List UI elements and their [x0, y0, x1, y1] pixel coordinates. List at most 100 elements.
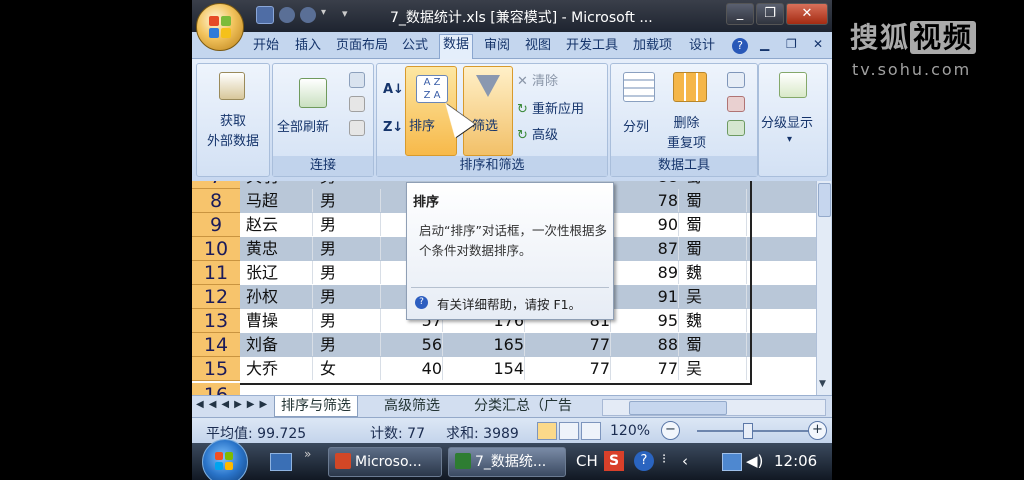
cell-name[interactable]: 刘备 — [246, 333, 313, 356]
tab-home[interactable]: 开始 — [250, 36, 282, 56]
cell-name[interactable]: 黄忠 — [246, 237, 313, 260]
row-header[interactable]: 8 — [192, 189, 240, 213]
cell-kingdom[interactable]: 蜀 — [686, 333, 747, 356]
cell-score[interactable]: 88 — [612, 181, 678, 188]
undo-icon[interactable] — [279, 7, 295, 23]
cell-gender[interactable]: 男 — [320, 309, 381, 332]
cell-score[interactable]: 88 — [612, 333, 679, 356]
volume-icon[interactable]: ◀) — [746, 452, 763, 470]
zoom-level[interactable]: 120% — [610, 423, 650, 439]
cell-name[interactable]: 孙权 — [246, 285, 313, 308]
cell-kingdom[interactable]: 魏 — [686, 309, 747, 332]
normal-view-icon[interactable] — [537, 422, 557, 440]
cell-gender[interactable]: 男 — [320, 261, 381, 284]
cell-score[interactable]: 87 — [612, 237, 679, 260]
sheet-tab-advanced-filter[interactable]: 高级筛选 — [378, 396, 446, 416]
cell-gender[interactable]: 男 — [320, 237, 381, 260]
cell-kingdom[interactable]: 蜀 — [686, 189, 747, 212]
cell-weight[interactable]: 40 — [380, 357, 443, 380]
cell-name[interactable]: 大乔 — [246, 357, 313, 380]
cell-name[interactable]: 曹操 — [246, 309, 313, 332]
text-to-columns-button[interactable]: 分列 — [623, 116, 649, 135]
network-icon[interactable] — [722, 453, 742, 471]
table-row[interactable]: 14 刘备男 56 165 77 88 蜀 — [192, 333, 818, 357]
row-header[interactable]: 13 — [192, 309, 240, 333]
filter-button[interactable]: 筛选 — [463, 66, 513, 156]
cell-kingdom[interactable]: 蜀 — [686, 181, 702, 188]
qat-customize-icon[interactable]: ▾ — [342, 7, 352, 23]
cell-height[interactable]: 165 — [442, 333, 525, 356]
cell-gender[interactable]: 男 — [320, 213, 381, 236]
cell-gender[interactable]: 男 — [320, 181, 336, 188]
tab-view[interactable]: 视图 — [522, 36, 554, 56]
sheet-tab-subtotal[interactable]: 分类汇总（广告 — [468, 396, 598, 416]
row-header[interactable]: 11 — [192, 261, 240, 285]
edit-links-icon[interactable] — [349, 120, 365, 136]
cell-name[interactable]: 赵云 — [246, 213, 313, 236]
row-header[interactable]: 15 — [192, 357, 240, 381]
tab-insert[interactable]: 插入 — [292, 36, 324, 56]
get-external-data-button[interactable]: 获取 外部数据 — [197, 112, 269, 152]
cell-gender[interactable]: 男 — [320, 285, 381, 308]
row-header[interactable]: 7 — [192, 181, 240, 189]
tray-options-icon[interactable]: ⁝ — [662, 452, 666, 467]
help-tray-icon[interactable]: ? — [634, 451, 654, 471]
ribbon-restore-icon[interactable]: ❐ — [786, 37, 797, 51]
page-break-view-icon[interactable] — [581, 422, 601, 440]
cell-kingdom[interactable]: 蜀 — [686, 237, 747, 260]
cell-score[interactable]: 95 — [612, 309, 679, 332]
horizontal-scroll-thumb[interactable] — [629, 401, 727, 415]
zoom-slider-thumb[interactable] — [743, 423, 753, 439]
scroll-down-icon[interactable]: ▼ — [819, 379, 826, 389]
sheet-tab-sort-filter[interactable]: 排序与筛选 — [274, 396, 358, 417]
vertical-scroll-thumb[interactable] — [818, 183, 831, 217]
restore-button[interactable]: ❐ — [756, 3, 784, 25]
cell-kingdom[interactable]: 魏 — [686, 261, 747, 284]
cell-score[interactable]: 90 — [612, 213, 679, 236]
cell-weight[interactable]: 56 — [380, 333, 443, 356]
cell-name[interactable]: 关羽 — [246, 181, 278, 188]
save-icon[interactable] — [256, 6, 274, 24]
zoom-in-icon[interactable]: + — [808, 421, 827, 440]
connections-icon[interactable] — [349, 72, 365, 88]
zoom-slider[interactable] — [697, 430, 809, 432]
tab-formulas[interactable]: 公式 — [399, 36, 431, 56]
clear-button[interactable]: ✕ 清除 — [517, 70, 558, 89]
cell-gender[interactable]: 女 — [320, 357, 381, 380]
sogou-ime-icon[interactable]: S — [604, 451, 624, 471]
data-validation-icon[interactable] — [727, 72, 745, 88]
vertical-scrollbar[interactable]: ▼ — [816, 181, 831, 395]
tab-addins[interactable]: 加载项 — [630, 36, 675, 56]
cell-kingdom[interactable]: 吴 — [686, 357, 747, 380]
cell-score[interactable]: 77 — [612, 357, 679, 380]
cell-score[interactable]: 78 — [612, 189, 679, 212]
consolidate-icon[interactable] — [727, 96, 745, 112]
cell-kingdom[interactable]: 吴 — [686, 285, 747, 308]
row-header[interactable]: 16 — [192, 383, 240, 395]
cell-gender[interactable]: 男 — [320, 333, 381, 356]
tab-page-layout[interactable]: 页面布局 — [333, 36, 391, 56]
row-header[interactable]: 12 — [192, 285, 240, 309]
ribbon-minimize-icon[interactable]: ▁ — [760, 37, 769, 51]
tab-design[interactable]: 设计 — [686, 36, 718, 56]
task-excel[interactable]: Microso... — [328, 447, 442, 477]
horizontal-scrollbar[interactable] — [602, 399, 826, 416]
outline-dropdown-icon[interactable]: ▾ — [787, 134, 792, 145]
row-header[interactable]: 10 — [192, 237, 240, 261]
minimize-button[interactable]: _ — [726, 3, 754, 25]
start-button[interactable] — [202, 439, 248, 480]
ribbon-close-icon[interactable]: ✕ — [813, 37, 823, 51]
cell-value[interactable]: 77 — [524, 357, 611, 380]
close-button[interactable]: ✕ — [786, 3, 828, 25]
cell-kingdom[interactable]: 蜀 — [686, 213, 747, 236]
tab-review[interactable]: 审阅 — [481, 36, 513, 56]
task-workbook[interactable]: 7_数据统... — [448, 447, 566, 477]
cell-gender[interactable]: 男 — [320, 189, 381, 212]
zoom-out-icon[interactable]: − — [661, 421, 680, 440]
help-icon[interactable]: ? — [732, 38, 748, 54]
sort-ascending-icon[interactable]: A↓ — [383, 82, 404, 97]
refresh-all-button[interactable]: 全部刷新 — [277, 116, 329, 135]
sort-descending-icon[interactable]: Z↓ — [383, 120, 403, 135]
cell-score[interactable]: 91 — [612, 285, 679, 308]
advanced-button[interactable]: ↻ 高级 — [517, 124, 558, 143]
